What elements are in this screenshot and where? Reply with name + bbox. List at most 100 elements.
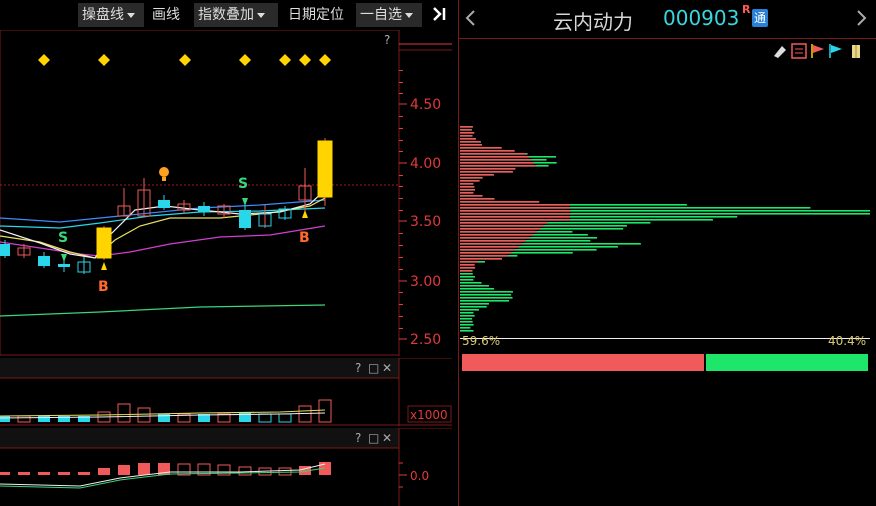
chip-row-loss [460, 324, 474, 326]
chip-row-loss [460, 282, 482, 284]
buy-signal-label: B [299, 230, 310, 246]
maximize-icon[interactable]: □ [368, 431, 379, 445]
chip-row-profit [460, 147, 502, 149]
flag-yellow-icon[interactable] [852, 45, 860, 58]
tong-badge: 通 [752, 9, 768, 27]
chip-row-profit [460, 264, 475, 266]
chip-row-profit [460, 255, 508, 257]
draw-line-button[interactable]: 画线 [152, 3, 180, 27]
diamond-marker-icon [179, 54, 191, 66]
chip-row-profit [460, 138, 476, 140]
chip-row-loss [460, 309, 479, 311]
operate-line-label: 操盘线 [82, 7, 124, 23]
price-label-4-50: 4.50 [410, 97, 441, 113]
diamond-marker-icon [98, 54, 110, 66]
chart-toolbar: 操盘线 画线 指数叠加 日期定位 一自选 [0, 0, 452, 30]
help-icon[interactable]: ? [384, 33, 390, 47]
chip-row-profit [460, 204, 570, 206]
price-label-3-00: 3.00 [410, 274, 441, 290]
down-arrow-icon [242, 198, 248, 206]
diamond-marker-icon [319, 54, 331, 66]
profit-segment [462, 354, 704, 371]
date-locate-button[interactable]: 日期定位 [288, 3, 344, 27]
chip-histogram[interactable] [458, 120, 876, 336]
price-chart-svg[interactable]: 4.50 4.00 3.50 3.00 2.50 ? S S B B [0, 30, 452, 356]
collapse-panel-icon[interactable] [430, 5, 450, 25]
chip-row-profit [460, 162, 534, 164]
chip-toolbar [770, 42, 874, 60]
up-arrow-icon [302, 210, 308, 218]
chip-row-profit [460, 267, 476, 269]
operate-line-dropdown[interactable]: 操盘线 [78, 3, 144, 27]
chip-row-loss [460, 297, 513, 299]
lightbulb-icon [159, 167, 169, 181]
chip-row-profit [460, 222, 548, 224]
help-icon[interactable]: ? [355, 361, 361, 375]
next-stock-icon[interactable] [856, 8, 868, 32]
chip-row-profit [460, 195, 483, 197]
diamond-marker-icon [38, 54, 50, 66]
chip-row-profit [460, 126, 473, 128]
diamond-marker-icon [239, 54, 251, 66]
double-chevron-right-icon [433, 7, 446, 21]
chip-baseline [460, 338, 870, 339]
chip-row-profit [460, 216, 570, 218]
price-label-2-50: 2.50 [410, 332, 441, 348]
chip-row-loss [460, 279, 474, 281]
watchlist-label: 一自选 [360, 7, 402, 23]
chip-row-loss [460, 288, 495, 290]
chip-row-profit [460, 183, 474, 185]
chevron-down-icon [405, 12, 413, 18]
chip-row-loss [460, 321, 473, 323]
chip-row-profit [460, 258, 502, 260]
volume-chart-svg[interactable]: ? □ ✕ x1000 [0, 358, 452, 426]
maximize-icon[interactable]: □ [368, 361, 379, 375]
indicator-zero-label: 0.0 [410, 469, 429, 483]
flag-blue-icon[interactable] [829, 44, 842, 58]
chip-row-profit [460, 186, 475, 188]
down-arrow-icon [61, 254, 67, 262]
chip-row-profit [460, 156, 529, 158]
volume-pane[interactable]: ? □ ✕ x1000 [0, 358, 452, 426]
eraser-icon[interactable] [774, 46, 786, 58]
candlesticks [0, 138, 333, 274]
chip-row-profit [460, 207, 570, 209]
volume-bars [0, 399, 332, 423]
profit-loss-ratio-bar [462, 354, 868, 371]
chip-row-loss [460, 306, 487, 308]
chip-row-loss [460, 300, 510, 302]
chip-table-icon[interactable] [791, 43, 807, 59]
price-chart-pane[interactable]: 4.50 4.00 3.50 3.00 2.50 ? S S B B [0, 30, 452, 356]
help-icon[interactable]: ? [355, 431, 361, 445]
index-overlay-dropdown[interactable]: 指数叠加 [194, 3, 278, 27]
chip-row-profit [460, 180, 480, 182]
indicator-pane[interactable]: ? □ ✕ 0.0 [0, 428, 452, 506]
volume-scale-label: x1000 [410, 408, 448, 422]
chip-row-profit [460, 189, 476, 191]
close-icon[interactable]: ✕ [382, 361, 392, 375]
chip-row-profit [460, 231, 537, 233]
moving-average-lines [0, 189, 326, 317]
loss-ratio-label: 40.4% [828, 334, 867, 348]
chip-row-profit [460, 237, 530, 239]
indicator-chart-svg[interactable]: ? □ ✕ 0.0 [0, 428, 452, 506]
chip-row-profit [460, 168, 516, 170]
chip-row-loss [460, 273, 473, 275]
chip-row-profit [460, 234, 534, 236]
chip-row-profit [460, 261, 478, 263]
chip-row-profit [460, 210, 570, 212]
chip-row-loss [460, 312, 474, 314]
chip-row-profit [460, 228, 541, 230]
chip-row-profit [460, 174, 494, 176]
chip-row-loss [460, 276, 475, 278]
flag-red-icon[interactable] [811, 44, 824, 58]
chip-row-profit [460, 270, 473, 272]
chip-row-profit [460, 252, 512, 254]
price-label-4-00: 4.00 [410, 156, 441, 172]
chevron-down-icon [257, 12, 265, 18]
prev-stock-icon[interactable] [464, 8, 476, 32]
chip-row-profit [460, 249, 516, 251]
close-icon[interactable]: ✕ [382, 431, 392, 445]
chip-row-loss [460, 294, 512, 296]
watchlist-dropdown[interactable]: 一自选 [356, 3, 422, 27]
